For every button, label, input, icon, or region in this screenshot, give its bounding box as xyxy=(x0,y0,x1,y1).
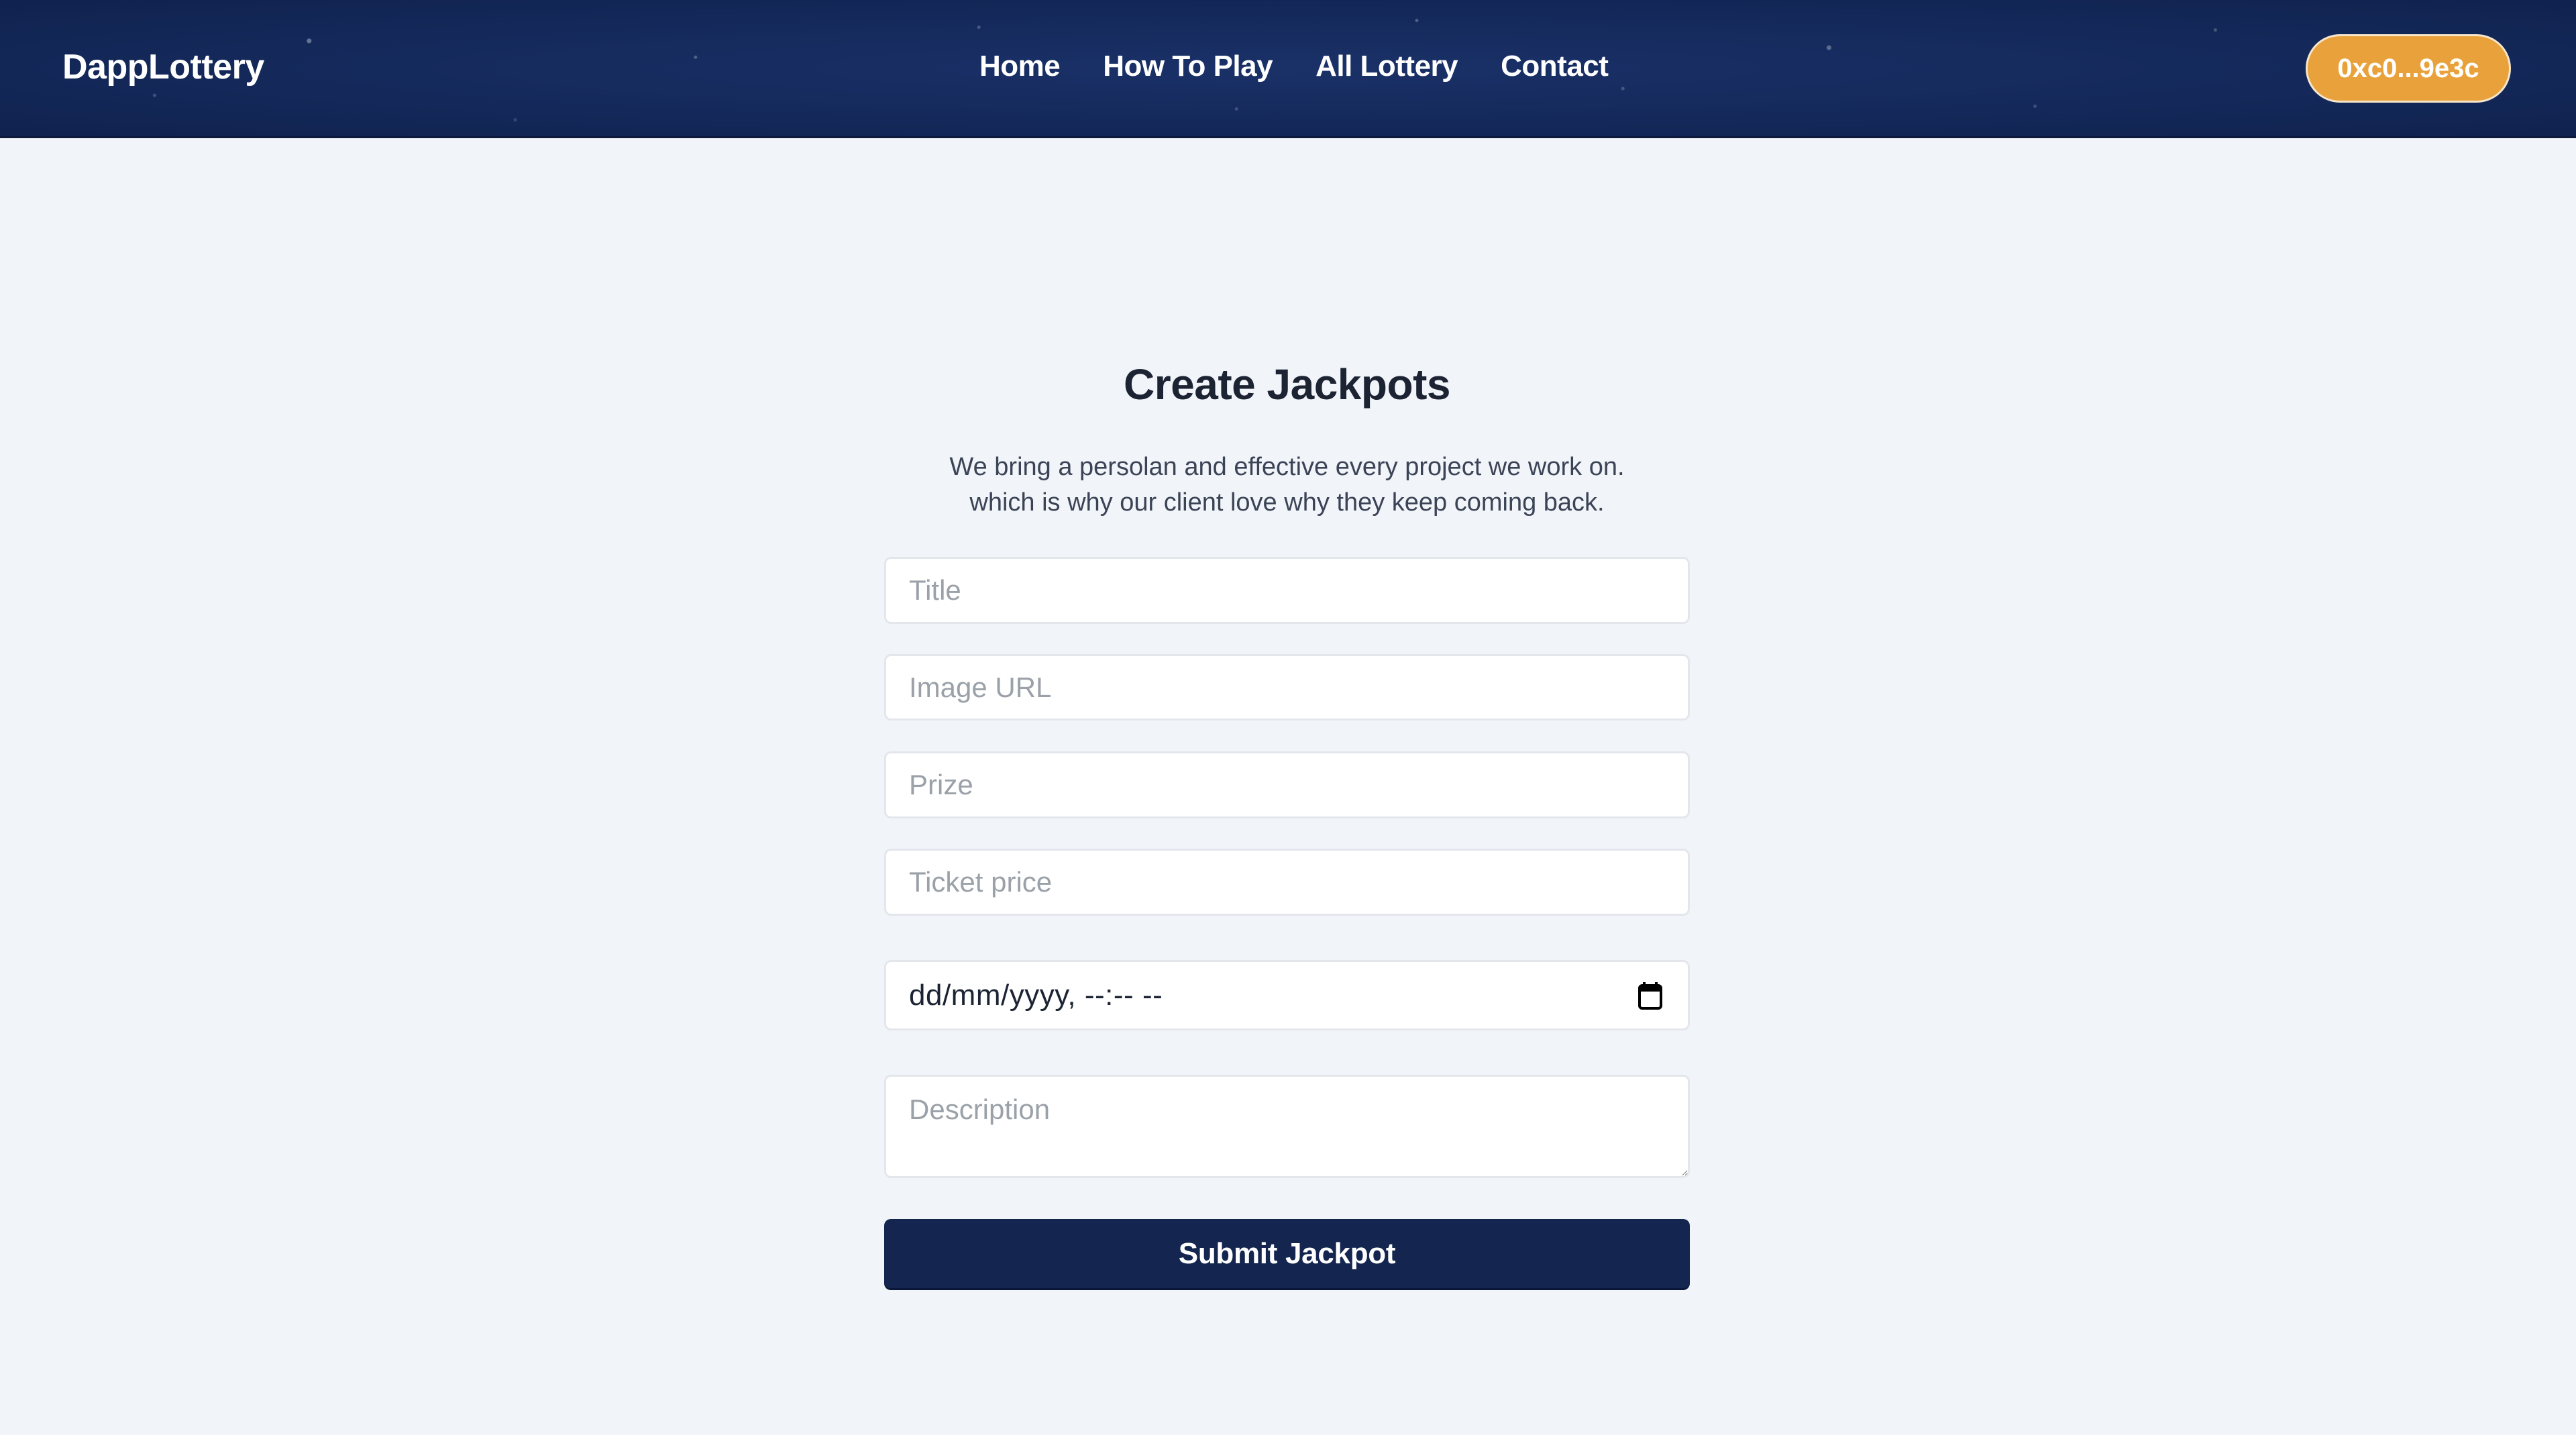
nav-all-lottery[interactable]: All Lottery xyxy=(1316,50,1458,83)
site-header: DappLottery Home How To Play All Lottery… xyxy=(0,0,2576,138)
wallet-address-button[interactable]: 0xc0...9e3c xyxy=(2306,34,2511,103)
calendar-icon[interactable] xyxy=(1638,981,1662,1010)
nav-home[interactable]: Home xyxy=(979,50,1061,83)
subtitle-line-2: which is why our client love why they ke… xyxy=(969,488,1605,517)
subtitle-line-1: We bring a persolan and effective every … xyxy=(949,453,1625,481)
expiry-datetime-input[interactable]: dd/mm/yyyy, --:-- -- xyxy=(884,960,1690,1030)
ticket-price-input[interactable] xyxy=(884,849,1690,916)
nav-contact[interactable]: Contact xyxy=(1501,50,1609,83)
title-input[interactable] xyxy=(884,557,1690,624)
image-url-input[interactable] xyxy=(884,654,1690,721)
submit-jackpot-button[interactable]: Submit Jackpot xyxy=(884,1219,1690,1290)
description-textarea[interactable] xyxy=(884,1075,1690,1178)
datetime-value: dd/mm/yyyy, --:-- -- xyxy=(909,978,1163,1012)
prize-input[interactable] xyxy=(884,751,1690,818)
nav-how-to-play[interactable]: How To Play xyxy=(1103,50,1273,83)
page-title: Create Jackpots xyxy=(1124,360,1450,409)
page-subtitle: We bring a persolan and effective every … xyxy=(817,449,1757,521)
logo[interactable]: DappLottery xyxy=(62,47,264,87)
